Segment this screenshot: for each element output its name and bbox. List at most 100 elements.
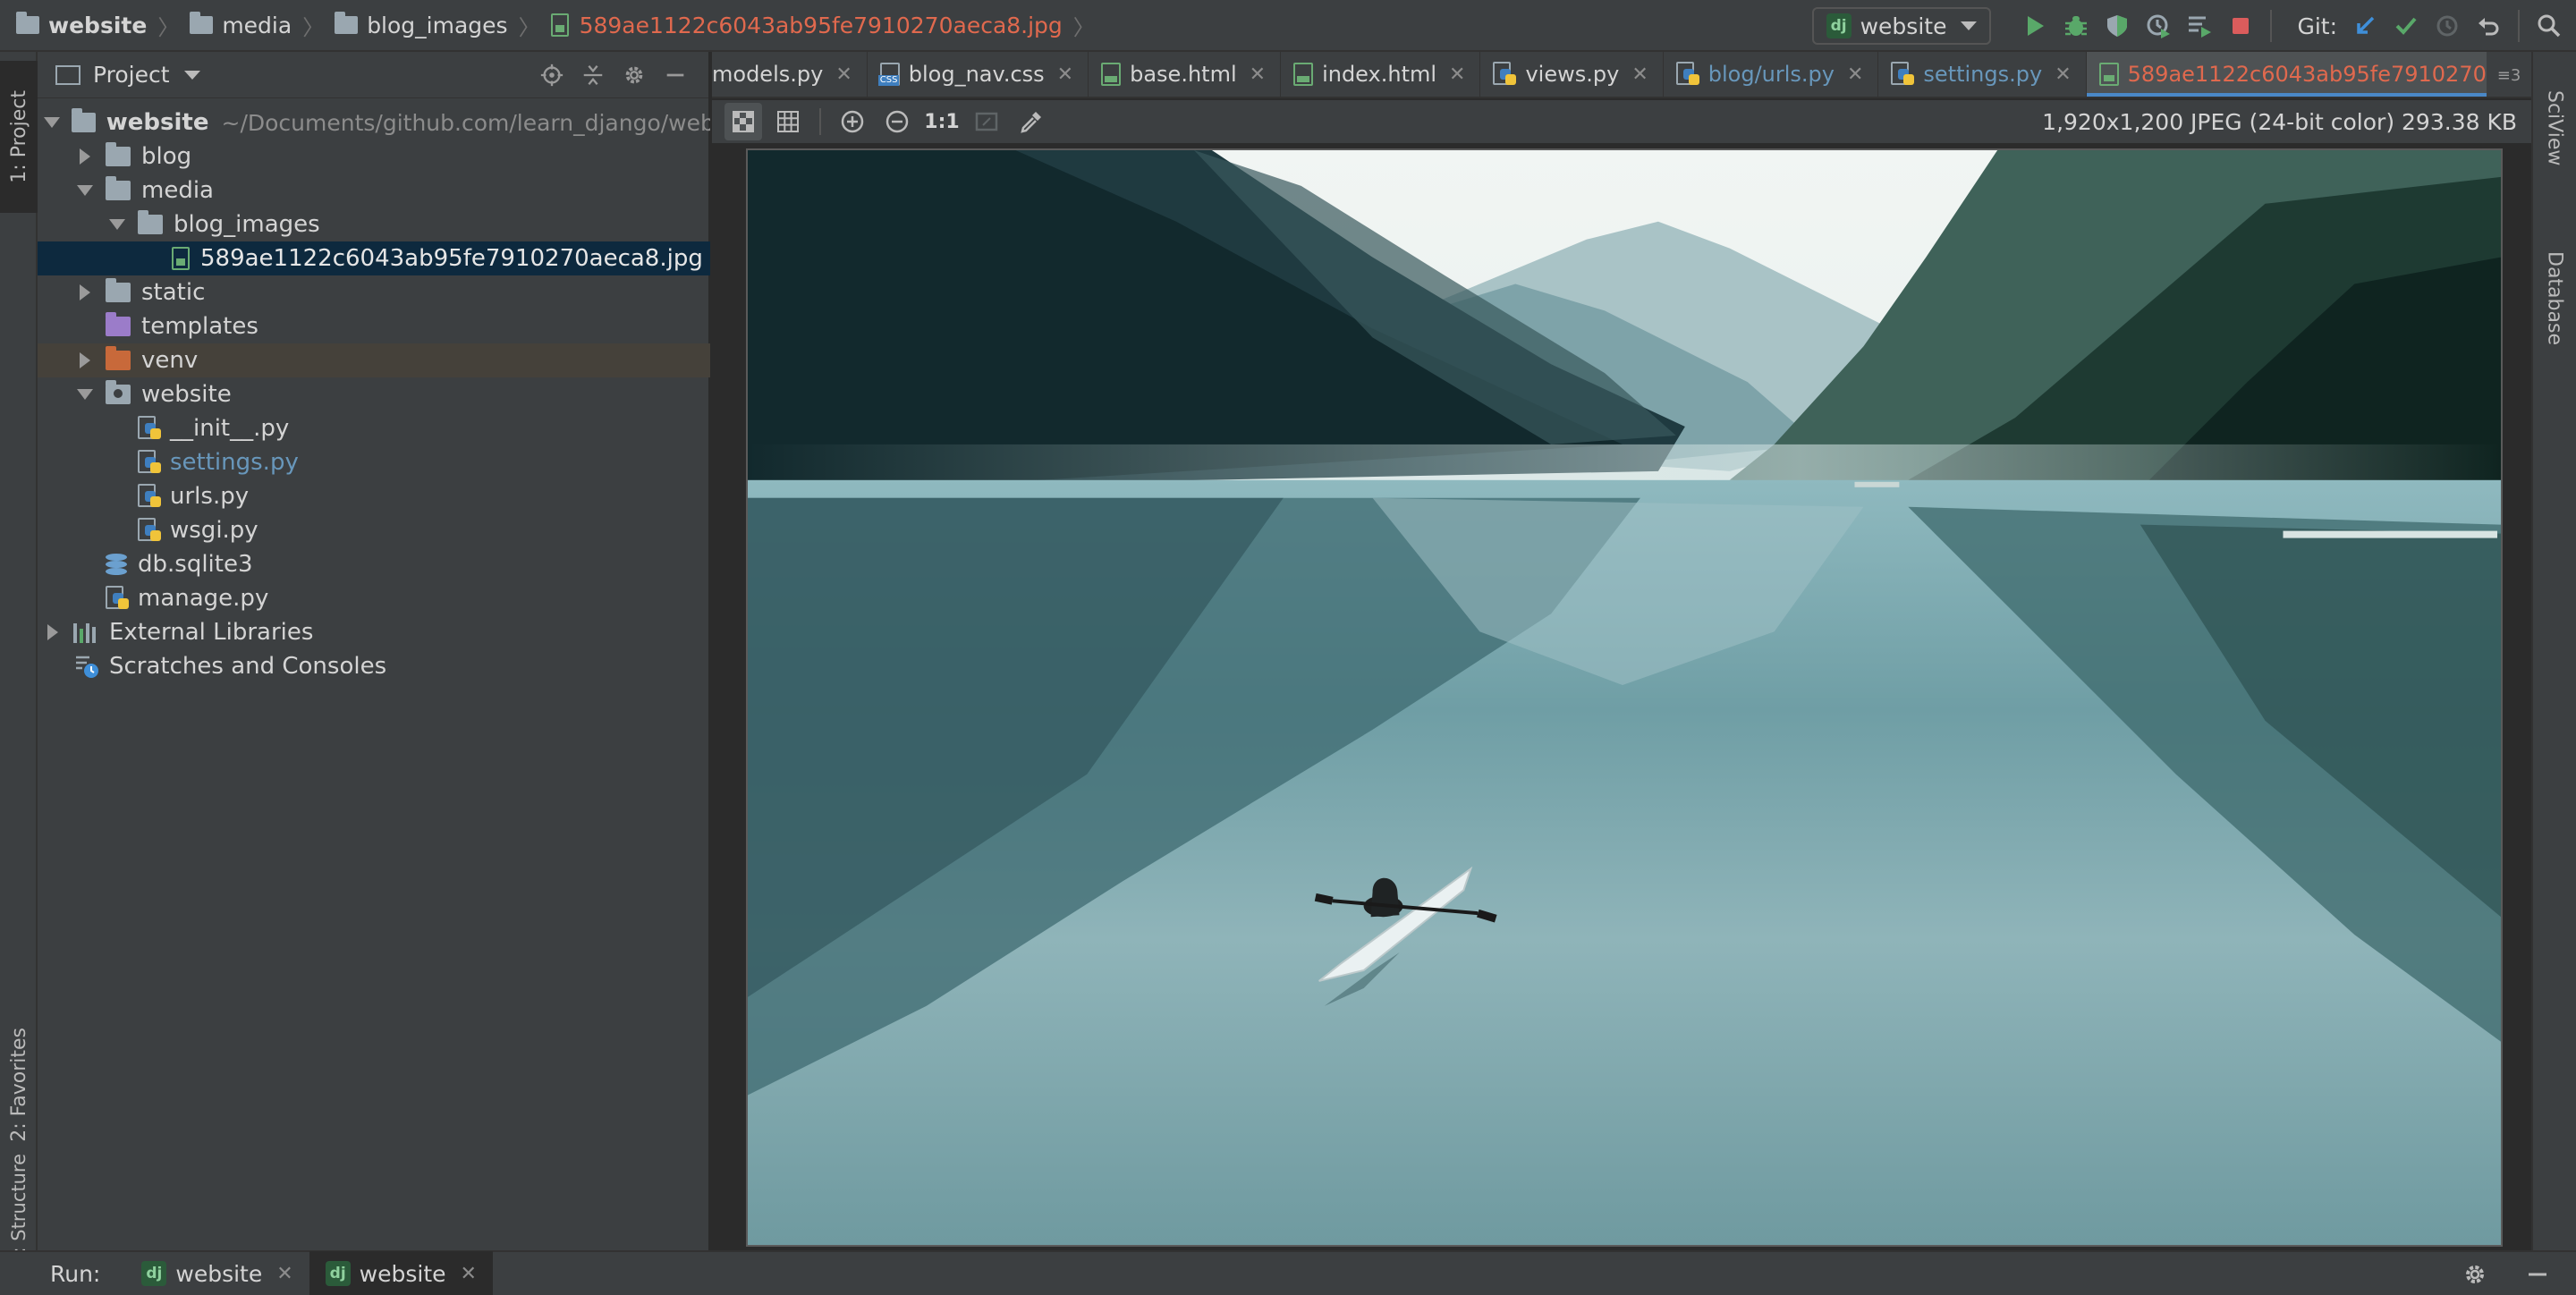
tool-tab-project[interactable]: 1: Project [0,61,38,213]
chevron-right-icon[interactable] [73,352,97,368]
debug-button[interactable] [2060,10,2092,42]
tool-tab-structure[interactable]: Z: Structure [0,1154,38,1266]
chevron-down-icon[interactable] [106,219,129,230]
tree-item-urls-py[interactable]: urls.py [38,479,710,513]
settings-button[interactable] [618,59,650,91]
fit-zoom-button[interactable] [968,103,1005,140]
tool-tab-database[interactable]: Database [2533,208,2576,387]
close-icon[interactable]: ✕ [461,1263,477,1285]
breadcrumb-blog-images[interactable]: blog_images [335,0,508,50]
tree-item-db-sqlite3[interactable]: db.sqlite3 [38,547,710,581]
chevron-down-icon[interactable] [41,117,63,128]
tree-item-wsgi-py[interactable]: wsgi.py [38,513,710,547]
chevron-right-icon[interactable] [73,284,97,300]
hide-run-window-button[interactable] [2521,1258,2554,1291]
tab-views-py[interactable]: views.py ✕ [1480,52,1664,97]
run-tab-website-2[interactable]: dj website ✕ [309,1251,493,1295]
tree-item-website-package[interactable]: website [38,377,710,411]
tree-item-venv[interactable]: venv [38,343,710,377]
git-rollback-button[interactable] [2472,10,2504,42]
toolbar-divider [2270,10,2273,42]
color-picker-button[interactable] [1013,103,1050,140]
tree-item-scratches[interactable]: Scratches and Consoles [38,649,710,683]
run-tab-website-1[interactable]: dj website ✕ [125,1251,309,1295]
gear-icon [2466,1265,2484,1283]
project-icon [55,64,80,85]
image-info: 1,920x1,200 JPEG (24-bit color) 293.38 K… [2042,108,2517,135]
toggle-grid-button[interactable] [769,103,807,140]
chessboard-icon [733,111,754,132]
chevron-down-icon[interactable] [73,389,97,400]
checkmark-icon [2395,17,2417,35]
git-commit-button[interactable] [2390,10,2422,42]
lake-kayak-photo [748,150,2501,1245]
tab-blog-nav-css[interactable]: blog_nav.css ✕ [868,52,1089,97]
breadcrumb-project[interactable]: website [16,0,147,50]
tree-item-blog-images[interactable]: blog_images [38,207,710,241]
tab-settings-py[interactable]: settings.py ✕ [1878,52,2087,97]
bug-icon [2065,16,2088,36]
run-settings-button[interactable] [2459,1258,2491,1291]
folder-icon [190,12,214,34]
toolbar-right: dj website Git: [1811,0,2576,52]
zoom-out-button[interactable] [878,103,916,140]
tool-tab-sciview[interactable]: SciView [2533,61,2576,195]
close-icon[interactable]: ✕ [2055,63,2071,86]
tab-image-file[interactable]: 589ae1122c6043ab95fe7910270aeca8.jpg ✕ [2086,52,2531,97]
tab-models-py[interactable]: models.py ✕ [712,52,868,97]
close-icon[interactable]: ✕ [1057,63,1073,86]
close-icon[interactable]: ✕ [1250,63,1266,86]
close-icon[interactable]: ✕ [1449,63,1465,86]
run-configuration-select[interactable]: dj website [1811,7,1992,45]
breadcrumb-media[interactable]: media [190,0,292,50]
tab-index-html[interactable]: index.html ✕ [1281,52,1481,97]
zoom-in-button[interactable] [834,103,871,140]
run-button[interactable] [2019,10,2051,42]
collapse-all-button[interactable] [577,59,609,91]
tab-base-html[interactable]: base.html ✕ [1089,52,1282,97]
run-with-coverage-button[interactable] [2101,10,2133,42]
profile-button[interactable] [2142,10,2174,42]
chevron-right-icon[interactable] [41,624,64,640]
stop-button[interactable] [2224,10,2257,42]
python-file-icon [1891,62,1915,87]
chevron-right-icon[interactable] [73,148,97,165]
close-icon[interactable]: ✕ [1631,63,1648,86]
git-update-button[interactable] [2349,10,2381,42]
image-file-icon [172,247,190,270]
image-viewer-canvas[interactable] [712,143,2531,1250]
project-panel: Project website ~/Documents/github.com/l… [38,52,710,1250]
breadcrumb-separator: 〉 [157,14,180,40]
close-icon[interactable]: ✕ [276,1263,292,1285]
chevron-down-icon[interactable] [73,185,97,196]
toggle-background-button[interactable] [724,103,762,140]
breadcrumb-file[interactable]: 589ae1122c6043ab95fe7910270aeca8.jpg [550,0,1063,50]
more-tabs-button[interactable]: ≡ 3 [2487,52,2531,97]
search-everywhere-button[interactable] [2533,10,2565,42]
tree-item-manage-py[interactable]: manage.py [38,581,710,615]
tree-item-external-libraries[interactable]: External Libraries [38,615,710,649]
actual-size-button[interactable]: 1:1 [923,103,961,140]
tab-blog-urls-py[interactable]: blog/urls.py ✕ [1664,52,1879,97]
breadcrumb-separator: 〉 [302,14,325,40]
tree-item-blog[interactable]: blog [38,140,710,174]
tree-item-init-py[interactable]: __init__.py [38,411,710,445]
concurrency-button[interactable] [2183,10,2216,42]
hide-panel-button[interactable] [659,59,691,91]
project-view-select[interactable]: Project [93,62,170,88]
tree-item-image-file[interactable]: 589ae1122c6043ab95fe7910270aeca8.jpg [38,241,710,275]
toolbar-divider [2518,10,2520,42]
git-history-button[interactable] [2431,10,2463,42]
tree-item-static[interactable]: static [38,275,710,309]
python-file-icon [138,416,161,441]
chevron-down-icon[interactable] [183,70,200,80]
breadcrumb: website 〉 media 〉 blog_images 〉 589ae112… [0,0,1106,50]
close-icon[interactable]: ✕ [1847,63,1863,86]
tree-item-templates[interactable]: templates [38,309,710,343]
close-icon[interactable]: ✕ [835,63,852,86]
locate-file-button[interactable] [536,59,568,91]
tree-item-root[interactable]: website ~/Documents/github.com/learn_dja… [38,106,710,140]
tree-item-settings-py[interactable]: settings.py [38,445,710,479]
project-panel-header: Project [38,52,708,98]
tree-item-media[interactable]: media [38,174,710,207]
